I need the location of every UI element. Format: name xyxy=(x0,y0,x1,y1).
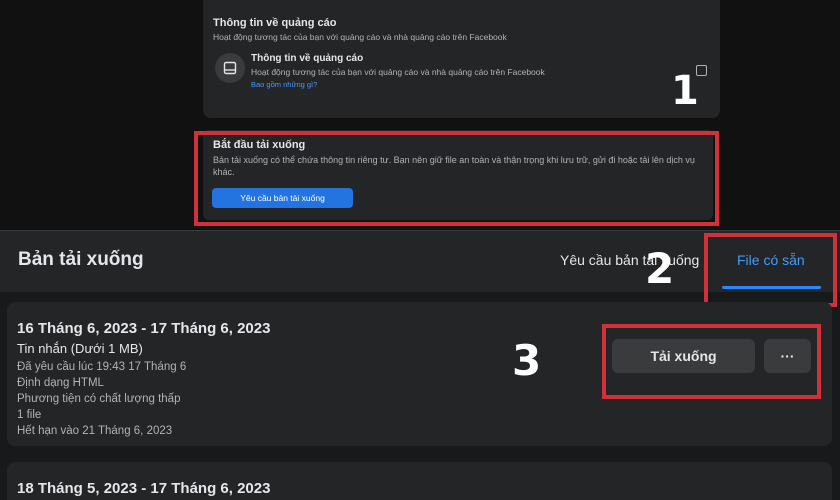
page-title: Bản tải xuống xyxy=(18,249,144,270)
highlight-box-step-3 xyxy=(602,324,821,399)
top-screenshot: Thông tin về quảng cáo Hoạt động tương t… xyxy=(0,0,840,230)
item-format: Định dạng HTML xyxy=(17,377,104,389)
highlight-box-step-1 xyxy=(194,131,719,226)
ad-info-card: Thông tin về quảng cáo Hoạt động tương t… xyxy=(203,0,720,118)
bottom-screenshot: Bản tải xuống Yêu cầu bản tải xuống File… xyxy=(0,230,840,500)
ad-info-subtitle: Hoạt động tương tác của bạn với quảng cá… xyxy=(213,32,507,42)
download-item: 18 Tháng 5, 2023 - 17 Tháng 6, 2023 xyxy=(7,462,832,500)
document-icon xyxy=(215,53,245,83)
item-media-quality: Phương tiện có chất lượng thấp xyxy=(17,393,181,405)
step-number-1: 1 xyxy=(671,68,699,114)
item-date-range: 18 Tháng 5, 2023 - 17 Tháng 6, 2023 xyxy=(17,480,271,497)
step-number-3: 3 xyxy=(512,336,542,385)
item-requested-at: Đã yêu cầu lúc 19:43 17 Tháng 6 xyxy=(17,361,187,373)
ad-info-row-subtitle: Hoạt động tương tác của bạn với quảng cá… xyxy=(251,67,545,77)
item-expiry: Hết hạn vào 21 Tháng 6, 2023 xyxy=(17,425,173,437)
step-number-2: 2 xyxy=(645,244,675,293)
ad-info-title: Thông tin về quảng cáo xyxy=(213,17,337,29)
whats-included-link[interactable]: Bao gồm những gì? xyxy=(251,80,317,89)
ad-info-row-title: Thông tin về quảng cáo xyxy=(251,53,364,64)
item-type: Tin nhắn (Dưới 1 MB) xyxy=(17,341,143,356)
tab-download-requests[interactable]: Yêu cầu bản tải xuống xyxy=(560,252,699,268)
item-date-range: 16 Tháng 6, 2023 - 17 Tháng 6, 2023 xyxy=(17,320,271,337)
highlight-box-step-2 xyxy=(704,233,837,307)
item-file-count: 1 file xyxy=(17,409,42,421)
